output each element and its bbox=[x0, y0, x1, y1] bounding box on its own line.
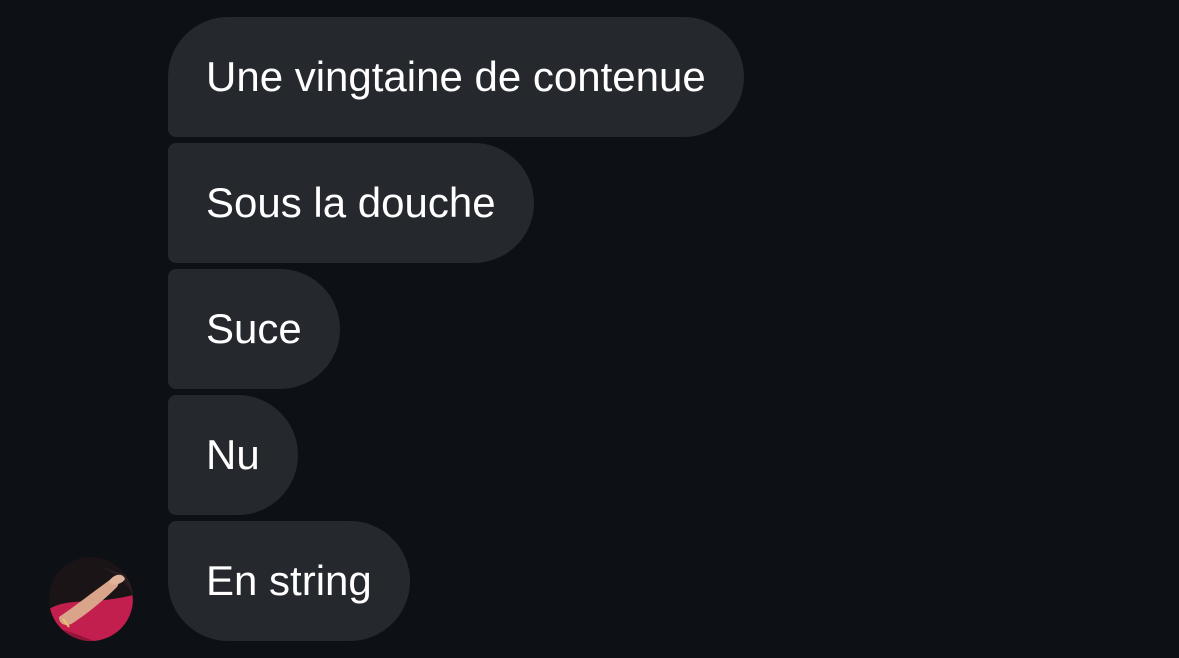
message-bubble[interactable]: Une vingtaine de contenue bbox=[168, 17, 744, 137]
message-bubble[interactable]: En string bbox=[168, 521, 410, 641]
sender-avatar[interactable] bbox=[49, 557, 133, 641]
profile-photo-avatar-icon bbox=[49, 557, 133, 641]
message-bubble[interactable]: Suce bbox=[168, 269, 340, 389]
message-thread: Une vingtaine de contenue Sous la douche… bbox=[0, 0, 1179, 658]
message-bubble[interactable]: Nu bbox=[168, 395, 298, 515]
message-bubble[interactable]: Sous la douche bbox=[168, 143, 534, 263]
